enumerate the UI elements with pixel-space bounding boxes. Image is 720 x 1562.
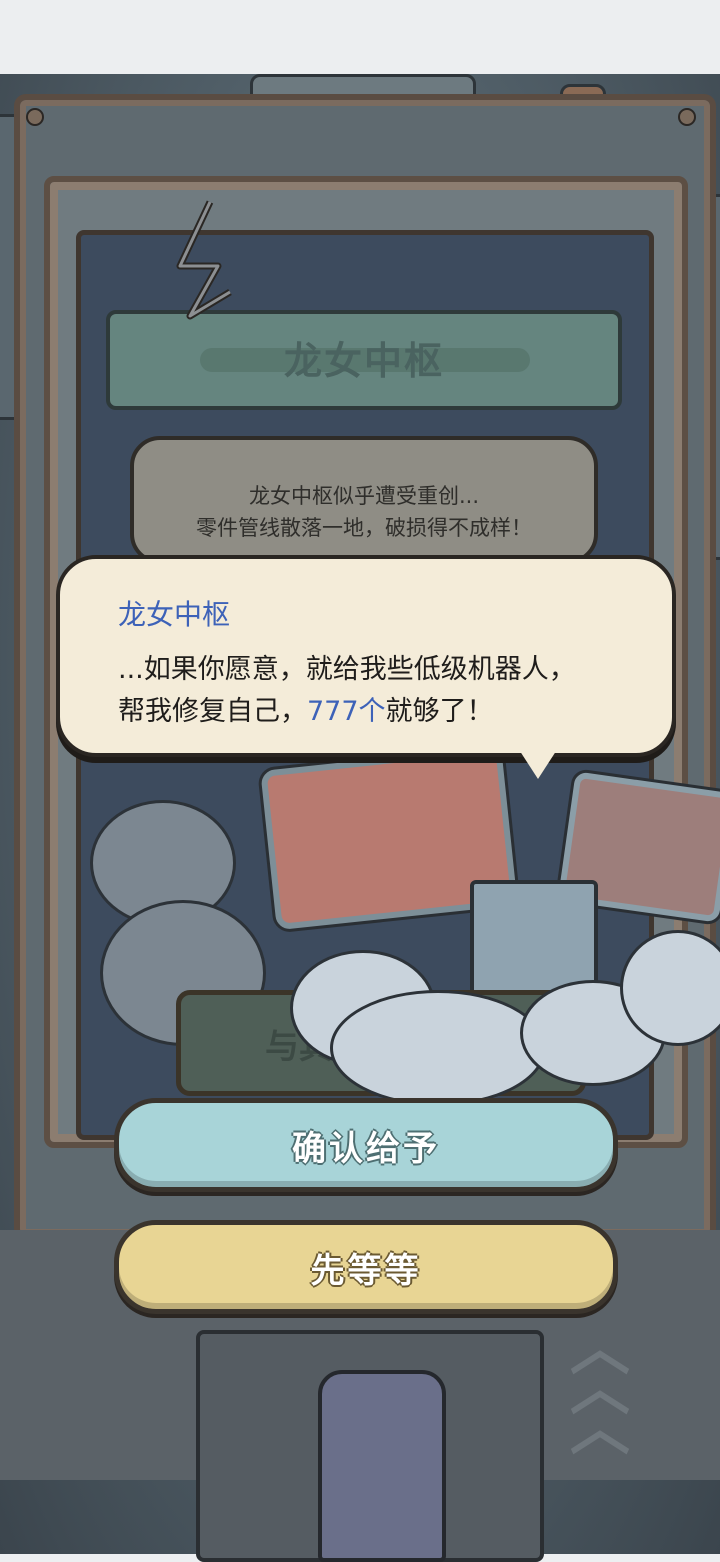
robot-count-highlight: 777个 xyxy=(307,696,386,727)
bolt-icon xyxy=(678,108,696,126)
speech-line-2: 帮我修复自己，777个就够了！ xyxy=(118,689,494,728)
gas-tank xyxy=(318,1370,446,1562)
confirm-give-button[interactable]: 确认给予 xyxy=(114,1098,618,1192)
speech-line-2-prefix: 帮我修复自己， xyxy=(118,696,307,727)
speech-line-2-suffix: 就够了！ xyxy=(385,696,494,727)
bolt-icon xyxy=(26,108,44,126)
paper-clip-icon xyxy=(176,200,232,320)
description-line-2: 零件管线散落一地，破损得不成样！ xyxy=(196,516,532,540)
description-line-1: 龙女中枢似乎遭受重创... xyxy=(248,484,480,508)
cloud xyxy=(330,990,546,1106)
speech-line-1: ...如果你愿意，就给我些低级机器人， xyxy=(118,654,576,685)
speaker-name: 龙女中枢 xyxy=(118,598,231,631)
wait-button[interactable]: 先等等 xyxy=(114,1220,618,1314)
status-bar-area xyxy=(0,0,720,74)
speech-tail xyxy=(516,745,560,779)
speech-bubble: 龙女中枢 ...如果你愿意，就给我些低级机器人， 帮我修复自己，777个就够了！ xyxy=(56,555,676,779)
description-bubble: 龙女中枢似乎遭受重创... 零件管线散落一地，破损得不成样！ xyxy=(130,436,598,564)
chevron-up-icon: ︿ xyxy=(570,1394,630,1464)
